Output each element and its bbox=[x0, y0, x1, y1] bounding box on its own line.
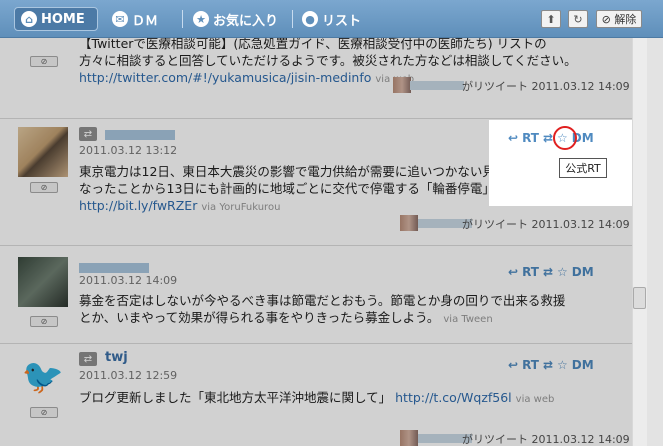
user-icon: ● bbox=[302, 11, 318, 27]
tweet-actions: ↩ RT ⇄ ☆ DM bbox=[508, 263, 594, 281]
release-button[interactable]: ⊘ 解除 bbox=[596, 10, 642, 28]
rt-button[interactable]: RT bbox=[522, 263, 539, 281]
tweet-link[interactable]: http://twitter.com/#!/yukamusica/jisin-m… bbox=[79, 70, 371, 85]
mute-button[interactable]: ⊘ bbox=[30, 407, 58, 418]
scroll-top-button[interactable]: ⬆ bbox=[541, 10, 561, 28]
mute-button[interactable]: ⊘ bbox=[30, 182, 58, 193]
timeline[interactable]: ⊘ 【Twitterで医療相談可能】(応急処置ガイド、医療相談受付中の医師たち)… bbox=[0, 38, 632, 446]
retweet-info: がリツイート 2011.03.12 14:09 bbox=[462, 218, 630, 231]
favorite-button[interactable]: ☆ bbox=[557, 263, 568, 281]
star-icon: ★ bbox=[193, 11, 209, 27]
official-rt-button[interactable]: ⇄ bbox=[543, 129, 553, 147]
tooltip-official-rt: 公式RT bbox=[559, 158, 607, 178]
avatar[interactable] bbox=[18, 127, 68, 177]
dm-button[interactable]: DM bbox=[572, 263, 594, 281]
tweet-item: ⊘ 2011.03.12 14:09 募金を否定はしないが今やるべき事は節電だと… bbox=[0, 246, 632, 344]
tab-favorites-label: お気に入り bbox=[213, 13, 279, 29]
retweet-badge-icon: ⇄ bbox=[79, 127, 97, 141]
favorite-button[interactable]: ☆ bbox=[557, 356, 568, 374]
tab-home-label: HOME bbox=[41, 11, 85, 27]
retweet-info: がリツイート 2011.03.12 14:09 bbox=[462, 80, 630, 93]
official-rt-button[interactable]: ⇄ bbox=[543, 356, 553, 374]
tab-favorites[interactable]: ★ お気に入り bbox=[193, 8, 278, 30]
tweet-link[interactable]: http://t.co/Wqzf56l bbox=[395, 390, 512, 405]
tweet-username[interactable]: twj bbox=[105, 350, 128, 365]
retweeter-name[interactable] bbox=[410, 81, 464, 90]
scrollbar-thumb[interactable] bbox=[633, 287, 646, 309]
tweet-text-line: とか、いまやって効果が得られる事をやりきったら募金しよう。 bbox=[79, 310, 440, 325]
mute-button[interactable]: ⊘ bbox=[30, 56, 58, 67]
reply-button[interactable]: ↩ bbox=[508, 263, 518, 281]
twitter-bird-icon[interactable]: 🐦 bbox=[18, 352, 68, 402]
refresh-icon: ↻ bbox=[573, 12, 583, 26]
rt-button[interactable]: RT bbox=[522, 129, 539, 147]
tab-list[interactable]: ● リスト bbox=[302, 8, 361, 30]
reply-button[interactable]: ↩ bbox=[508, 356, 518, 374]
arrow-up-icon: ⬆ bbox=[546, 12, 556, 26]
release-label: 解除 bbox=[614, 13, 637, 26]
tweet-date: 2011.03.12 14:09 bbox=[79, 274, 178, 287]
tweet-date: 2011.03.12 12:59 bbox=[79, 369, 178, 382]
tweet-username[interactable] bbox=[105, 130, 175, 140]
retweeter-avatar[interactable] bbox=[400, 430, 418, 446]
tab-dm-label: ＤＭ bbox=[132, 13, 159, 29]
dm-button[interactable]: DM bbox=[572, 356, 594, 374]
tweet-text: 募金を否定はしないが今やるべき事は節電だとおもう。節電とか身の回りで出来る救援 … bbox=[79, 292, 624, 328]
tweet-date: 2011.03.12 13:12 bbox=[79, 144, 178, 157]
tweet-actions: ↩ RT ⇄ ☆ DM bbox=[508, 356, 594, 374]
tweet-text-line: 方々に相談すると回答していただけるようです。被災された方などは相談してください。 bbox=[79, 53, 577, 68]
retweeter-avatar[interactable] bbox=[400, 215, 418, 231]
tweet-username[interactable] bbox=[79, 263, 149, 273]
tweet-text-line: 【Twitterで医療相談可能】(応急処置ガイド、医療相談受付中の医師たち) リ… bbox=[79, 38, 547, 51]
tweet-item: ⊘ 【Twitterで医療相談可能】(応急処置ガイド、医療相談受付中の医師たち)… bbox=[0, 38, 632, 119]
tweet-item: 🐦 ⊘ ⇄ twj 2011.03.12 12:59 ブログ更新しました「東北地… bbox=[0, 344, 632, 446]
tweet-link[interactable]: http://bit.ly/fwRZEr bbox=[79, 198, 197, 213]
mail-icon: ✉ bbox=[112, 11, 128, 27]
retweet-info: がリツイート 2011.03.12 14:09 bbox=[462, 433, 630, 446]
tweet-text: ブログ更新しました「東北地方太平洋沖地震に関して」 http://t.co/Wq… bbox=[79, 389, 624, 408]
scrollbar[interactable] bbox=[632, 38, 647, 446]
tweet-via: via Tween bbox=[443, 314, 493, 325]
refresh-button[interactable]: ↻ bbox=[568, 10, 588, 28]
tweet-via: via YoruFukurou bbox=[201, 202, 281, 213]
rt-button[interactable]: RT bbox=[522, 356, 539, 374]
tweet-via: via web bbox=[515, 394, 555, 405]
block-icon: ⊘ bbox=[601, 12, 611, 26]
reply-button[interactable]: ↩ bbox=[508, 129, 518, 147]
retweeter-avatar[interactable] bbox=[393, 77, 411, 93]
tweet-text-line: ブログ更新しました「東北地方太平洋沖地震に関して」 bbox=[79, 390, 392, 405]
home-icon: ⌂ bbox=[21, 11, 37, 27]
nav-divider bbox=[292, 10, 293, 28]
tab-list-label: リスト bbox=[322, 13, 362, 29]
tweet-text-line: 募金を否定はしないが今やるべき事は節電だとおもう。節電とか身の回りで出来る救援 bbox=[79, 293, 566, 308]
avatar[interactable] bbox=[18, 257, 68, 307]
mute-button[interactable]: ⊘ bbox=[30, 316, 58, 327]
retweet-badge-icon: ⇄ bbox=[79, 352, 97, 366]
tweet-actions: ↩ RT ⇄ ☆ DM bbox=[508, 129, 594, 147]
highlight-circle bbox=[553, 126, 577, 150]
top-navigation-bar: ⌂ HOME ✉ ＤＭ ★ お気に入り ● リスト ⬆ ↻ ⊘ 解除 bbox=[0, 0, 663, 38]
window-edge bbox=[647, 38, 663, 446]
nav-divider bbox=[182, 10, 183, 28]
tab-home[interactable]: ⌂ HOME bbox=[14, 7, 98, 31]
official-rt-button[interactable]: ⇄ bbox=[543, 263, 553, 281]
tab-dm[interactable]: ✉ ＤＭ bbox=[112, 8, 158, 30]
